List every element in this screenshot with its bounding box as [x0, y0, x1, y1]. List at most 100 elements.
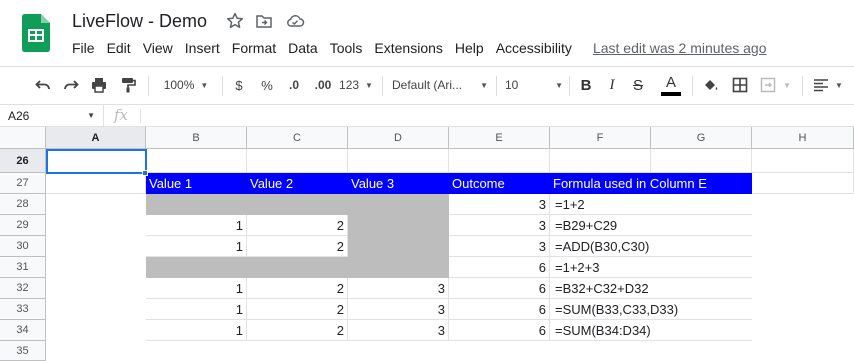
currency-format-button[interactable]: $: [230, 67, 248, 103]
cell-h27[interactable]: [752, 173, 854, 194]
zoom-select[interactable]: 100% ▼: [158, 67, 214, 103]
row-header-33[interactable]: 33: [0, 299, 46, 320]
undo-icon[interactable]: [32, 67, 54, 103]
menu-tools[interactable]: Tools: [330, 40, 363, 56]
star-icon[interactable]: [226, 12, 244, 30]
column-header-d[interactable]: D: [348, 127, 449, 149]
cell-c33[interactable]: 2: [247, 299, 348, 320]
cell-f34[interactable]: =SUM(B34:D34): [550, 320, 752, 341]
document-title[interactable]: LiveFlow - Demo: [72, 11, 207, 32]
menu-edit[interactable]: Edit: [107, 40, 131, 56]
header-value-3[interactable]: Value 3: [348, 173, 449, 194]
merge-cells-icon[interactable]: ▼: [757, 67, 793, 103]
row-header-27[interactable]: 27: [0, 173, 46, 194]
column-header-f[interactable]: F: [550, 127, 651, 149]
cell-c29[interactable]: 2: [247, 215, 348, 236]
menu-data[interactable]: Data: [288, 40, 318, 56]
last-edit-link[interactable]: Last edit was 2 minutes ago: [593, 40, 767, 56]
cell-f33[interactable]: =SUM(B33,C33,D33): [550, 299, 752, 320]
cell-f26[interactable]: [550, 149, 651, 173]
cloud-status-icon[interactable]: [285, 12, 305, 30]
column-header-b[interactable]: B: [146, 127, 247, 149]
cell-e28[interactable]: 3: [449, 194, 550, 215]
cell-d26[interactable]: [348, 149, 449, 173]
cell-e30[interactable]: 3: [449, 236, 550, 257]
cell-d30[interactable]: [348, 236, 449, 257]
menu-insert[interactable]: Insert: [185, 40, 220, 56]
cell-b26[interactable]: [146, 149, 247, 173]
font-size-select[interactable]: 10 ▼: [505, 67, 563, 103]
bold-button[interactable]: B: [577, 67, 595, 103]
cell-b30[interactable]: 1: [146, 236, 247, 257]
cell-f28[interactable]: =1+2: [550, 194, 752, 215]
cell-d32[interactable]: 3: [348, 278, 449, 299]
formula-input[interactable]: [148, 105, 848, 127]
cell-a27[interactable]: [46, 173, 146, 194]
menu-file[interactable]: File: [72, 40, 95, 56]
select-all-corner[interactable]: [0, 127, 46, 149]
cell-f29[interactable]: =B29+C29: [550, 215, 752, 236]
column-header-h[interactable]: H: [752, 127, 854, 149]
menu-accessibility[interactable]: Accessibility: [496, 40, 572, 56]
header-outcome[interactable]: Outcome: [449, 173, 550, 194]
menu-view[interactable]: View: [143, 40, 173, 56]
fill-color-icon[interactable]: [700, 67, 722, 103]
cell-c30[interactable]: 2: [247, 236, 348, 257]
row-header-28[interactable]: 28: [0, 194, 46, 215]
row-header-31[interactable]: 31: [0, 257, 46, 278]
header-formula-used[interactable]: Formula used in Column E: [550, 173, 752, 194]
cell-c26[interactable]: [247, 149, 348, 173]
cell-e32[interactable]: 6: [449, 278, 550, 299]
name-box[interactable]: A26 ▼: [0, 105, 104, 127]
cell-f32[interactable]: =B32+C32+D32: [550, 278, 752, 299]
cell-f30[interactable]: =ADD(B30,C30): [550, 236, 752, 257]
row-header-29[interactable]: 29: [0, 215, 46, 236]
cell-h26[interactable]: [752, 149, 854, 173]
cell-c32[interactable]: 2: [247, 278, 348, 299]
cell-c34[interactable]: 2: [247, 320, 348, 341]
row-header-30[interactable]: 30: [0, 236, 46, 257]
cell-b34[interactable]: 1: [146, 320, 247, 341]
cell-b32[interactable]: 1: [146, 278, 247, 299]
print-icon[interactable]: [88, 67, 110, 103]
sheets-logo-icon[interactable]: [22, 14, 50, 52]
cell-d33[interactable]: 3: [348, 299, 449, 320]
cell-b33[interactable]: 1: [146, 299, 247, 320]
column-header-a[interactable]: A: [46, 127, 146, 149]
row-header-34[interactable]: 34: [0, 320, 46, 341]
decrease-decimal-button[interactable]: .0: [283, 67, 305, 103]
cell-e34[interactable]: 6: [449, 320, 550, 341]
horizontal-align-icon[interactable]: ▼: [810, 67, 846, 103]
strikethrough-button[interactable]: S: [629, 67, 647, 103]
percent-format-button[interactable]: %: [257, 67, 277, 103]
menu-format[interactable]: Format: [232, 40, 276, 56]
row-header-32[interactable]: 32: [0, 278, 46, 299]
cell-e33[interactable]: 6: [449, 299, 550, 320]
header-value-2[interactable]: Value 2: [247, 173, 348, 194]
fill-handle[interactable]: [142, 170, 148, 176]
row-header-26[interactable]: 26: [0, 149, 46, 173]
move-to-folder-icon[interactable]: [255, 12, 273, 30]
column-header-g[interactable]: G: [651, 127, 752, 149]
cell-g26[interactable]: [651, 149, 752, 173]
cell-d29[interactable]: [348, 215, 449, 236]
header-value-1[interactable]: Value 1: [146, 173, 247, 194]
italic-button[interactable]: I: [603, 67, 621, 103]
row-header-35[interactable]: 35: [0, 341, 46, 361]
increase-decimal-button[interactable]: .00: [310, 67, 336, 103]
column-header-c[interactable]: C: [247, 127, 348, 149]
column-header-e[interactable]: E: [449, 127, 550, 149]
cell-e31[interactable]: 6: [449, 257, 550, 278]
font-family-select[interactable]: Default (Ari... ▼: [392, 67, 488, 103]
text-color-button[interactable]: A: [659, 67, 683, 103]
borders-icon[interactable]: [729, 67, 751, 103]
cell-e26[interactable]: [449, 149, 550, 173]
cell-b29[interactable]: 1: [146, 215, 247, 236]
cell-e29[interactable]: 3: [449, 215, 550, 236]
cell-f31[interactable]: =1+2+3: [550, 257, 752, 278]
redo-icon[interactable]: [60, 67, 82, 103]
menu-help[interactable]: Help: [455, 40, 484, 56]
more-formats-button[interactable]: 123 ▼: [339, 67, 373, 103]
menu-extensions[interactable]: Extensions: [374, 40, 442, 56]
paint-format-icon[interactable]: [117, 67, 139, 103]
